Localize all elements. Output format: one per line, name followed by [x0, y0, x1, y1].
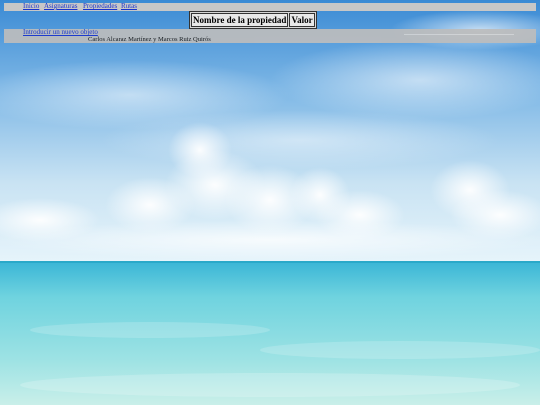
authors-credit: Carlos Alcaraz Martínez y Marcos Ruiz Qu…: [88, 36, 211, 43]
column-header-value: Valor: [289, 13, 315, 27]
nav-link-propiedades[interactable]: Propiedades: [83, 2, 117, 11]
properties-table: Nombre de la propiedad Valor: [189, 11, 317, 29]
nav-link-inicio[interactable]: Inicio: [23, 2, 39, 11]
divider: [404, 34, 514, 35]
top-nav-bar: Inicio Asignaturas Propiedades Rutas: [4, 2, 536, 11]
action-bar: Introducir un nuevo objeto Carlos Alcara…: [4, 28, 536, 43]
nav-link-asignaturas[interactable]: Asignaturas: [44, 2, 77, 11]
new-object-link[interactable]: Introducir un nuevo objeto: [23, 28, 98, 37]
nav-link-rutas[interactable]: Rutas: [121, 2, 137, 11]
background-beach-image: [0, 0, 540, 405]
column-header-property-name: Nombre de la propiedad: [191, 13, 289, 27]
